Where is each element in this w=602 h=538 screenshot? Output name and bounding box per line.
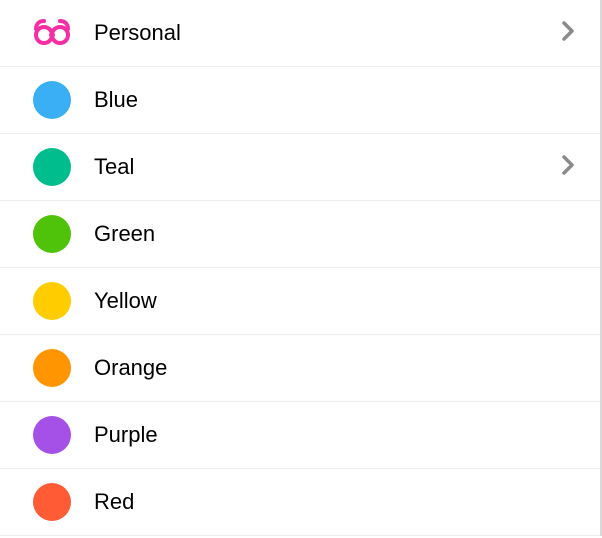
list-item-label: Purple xyxy=(94,422,576,448)
list-item-red[interactable]: Red xyxy=(0,469,600,536)
color-dot-icon xyxy=(32,147,72,187)
list-item-label: Red xyxy=(94,489,576,515)
list-item-label: Blue xyxy=(94,87,576,113)
list-item-blue[interactable]: Blue xyxy=(0,67,600,134)
color-dot-icon xyxy=(32,415,72,455)
list-item-label: Yellow xyxy=(94,288,576,314)
list-item-yellow[interactable]: Yellow xyxy=(0,268,600,335)
list-item-label: Orange xyxy=(94,355,576,381)
chevron-right-icon xyxy=(560,153,576,182)
list-item-personal[interactable]: Personal xyxy=(0,0,600,67)
list-item-purple[interactable]: Purple xyxy=(0,402,600,469)
chevron-right-icon xyxy=(560,19,576,48)
list-item-teal[interactable]: Teal xyxy=(0,134,600,201)
color-dot-icon xyxy=(32,281,72,321)
color-dot-icon xyxy=(32,214,72,254)
calendar-list: Personal Blue Teal Green xyxy=(0,0,602,536)
color-dot-icon xyxy=(32,348,72,388)
glasses-icon xyxy=(32,13,72,53)
color-dot-icon xyxy=(32,80,72,120)
list-item-label: Teal xyxy=(94,154,560,180)
list-item-label: Personal xyxy=(94,20,560,46)
color-dot-icon xyxy=(32,482,72,522)
list-item-green[interactable]: Green xyxy=(0,201,600,268)
list-item-label: Green xyxy=(94,221,576,247)
list-item-orange[interactable]: Orange xyxy=(0,335,600,402)
